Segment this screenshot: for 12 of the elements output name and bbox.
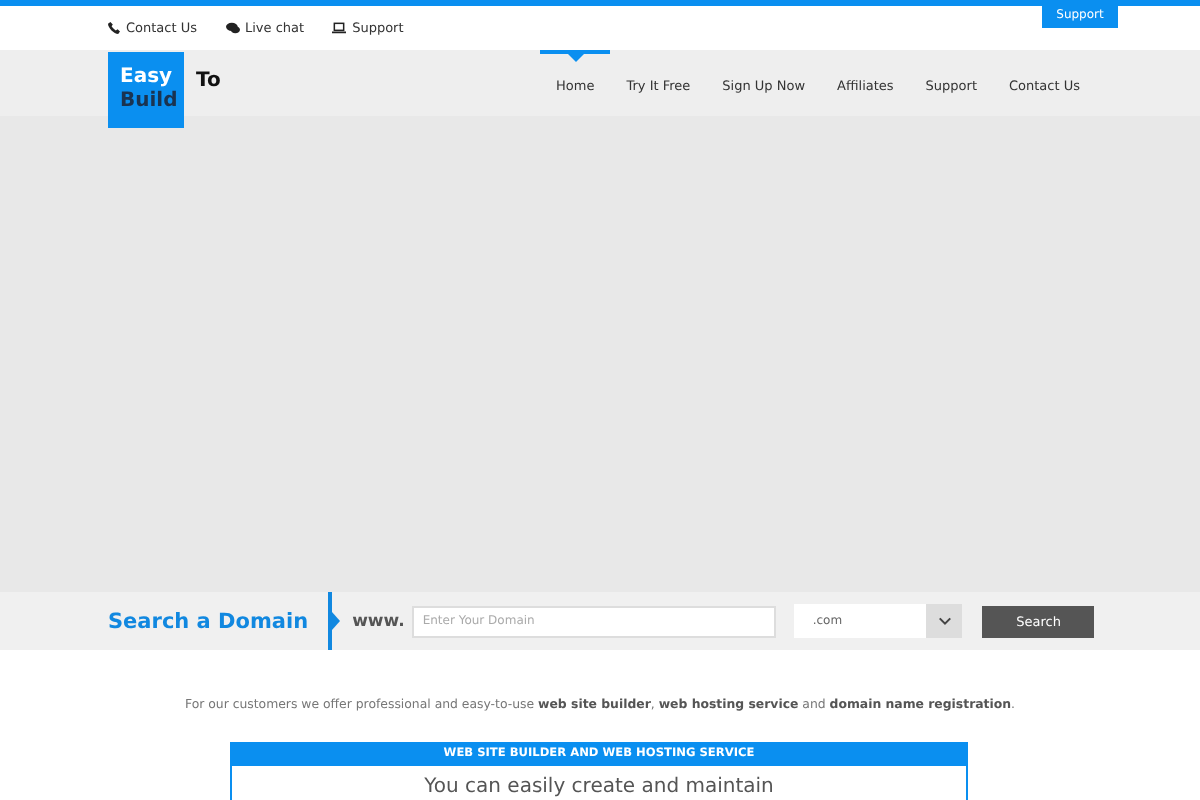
chat-bubbles-icon xyxy=(225,22,239,34)
laptop-icon xyxy=(332,22,347,34)
phone-icon xyxy=(108,22,120,34)
chevron-down-icon xyxy=(937,616,952,626)
logo-text: To xyxy=(196,70,221,96)
logo-text: Easy xyxy=(120,66,175,90)
search-title: Search a Domain xyxy=(108,609,309,633)
divider-arrow-icon xyxy=(328,592,341,650)
www-prefix: www. xyxy=(352,611,405,631)
logo-text: Build xyxy=(120,90,180,114)
logo-badge[interactable]: Easy Build xyxy=(108,52,184,128)
panel-text: You can easily create and maintain xyxy=(422,776,776,798)
